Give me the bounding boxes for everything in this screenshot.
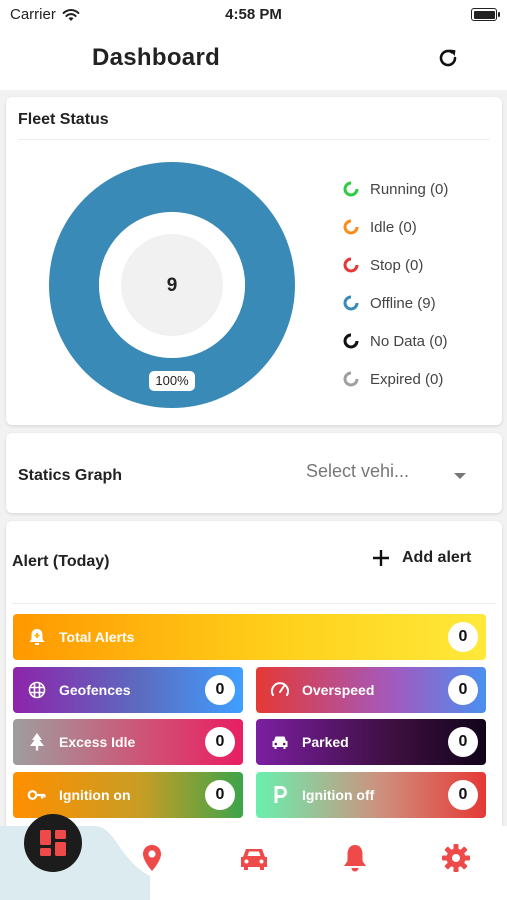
dashboard-icon	[40, 830, 66, 856]
status-ring-icon	[343, 333, 359, 349]
battery-icon	[471, 8, 500, 21]
legend-label: Expired (0)	[370, 370, 444, 388]
alert-tile-label: Excess Idle	[59, 734, 136, 750]
alert-tile-geofences[interactable]: Geofences 0	[13, 667, 243, 713]
alert-tile-total[interactable]: Total Alerts 0	[13, 614, 486, 660]
offline-percent-label: 100%	[149, 371, 195, 391]
fleet-status-title: Fleet Status	[18, 111, 109, 128]
tree-icon	[30, 733, 44, 751]
status-ring-icon	[343, 295, 359, 311]
alert-tile-label: Total Alerts	[59, 629, 135, 645]
alert-tile-count: 0	[448, 727, 478, 757]
alert-tile-count: 0	[205, 780, 235, 810]
status-ring-icon	[343, 181, 359, 197]
legend-idle[interactable]: Idle (0)	[342, 208, 448, 246]
alert-tile-count: 0	[205, 727, 235, 757]
legend-running[interactable]: Running (0)	[342, 170, 448, 208]
statics-graph-card: Statics Graph Select vehi...	[6, 433, 502, 513]
alert-tile-label: Ignition off	[302, 787, 375, 803]
bell-icon[interactable]	[339, 842, 371, 874]
add-alert-button[interactable]: Add alert	[372, 549, 471, 567]
car-icon[interactable]	[238, 842, 270, 874]
alerts-title: Alert (Today)	[12, 553, 110, 570]
alert-tile-count: 0	[448, 675, 478, 705]
alert-tile-count: 0	[448, 622, 478, 652]
gear-icon[interactable]	[440, 842, 472, 874]
alert-tile-label: Overspeed	[302, 682, 375, 698]
speedometer-icon	[271, 682, 289, 696]
divider	[18, 139, 490, 140]
legend-label: Offline (9)	[370, 294, 436, 312]
divider	[12, 603, 496, 604]
legend-label: Running (0)	[370, 180, 449, 198]
status-bar: Carrier 4:58 PM	[0, 0, 507, 30]
alert-tile-count: 0	[448, 780, 478, 810]
refresh-icon[interactable]	[436, 46, 460, 70]
alert-tile-ignition-on[interactable]: Ignition on 0	[13, 772, 243, 818]
status-ring-icon	[343, 219, 359, 235]
dropdown-arrow-icon[interactable]	[454, 473, 466, 479]
alert-tile-ignition-off[interactable]: Ignition off 0	[256, 772, 486, 818]
car-icon	[272, 736, 288, 749]
alert-tile-label: Parked	[302, 734, 349, 750]
legend-label: No Data (0)	[370, 332, 448, 350]
plus-icon	[373, 550, 389, 566]
alert-tile-excess-idle[interactable]: Excess Idle 0	[13, 719, 243, 765]
parking-p-icon	[274, 786, 287, 803]
tab-dashboard[interactable]	[24, 814, 82, 872]
status-ring-icon	[343, 371, 359, 387]
map-pin-icon[interactable]	[136, 842, 168, 874]
alert-tile-label: Ignition on	[59, 787, 131, 803]
statics-graph-title: Statics Graph	[18, 467, 123, 484]
clock: 4:58 PM	[225, 6, 282, 23]
legend-label: Idle (0)	[370, 218, 417, 236]
alert-tile-label: Geofences	[59, 682, 131, 698]
app-header: Dashboard	[0, 30, 507, 90]
alert-tile-count: 0	[205, 675, 235, 705]
add-alert-label: Add alert	[402, 549, 472, 566]
fleet-status-card: Fleet Status 9 100% Running (0) Idle (0)…	[6, 97, 502, 425]
fleet-legend: Running (0) Idle (0) Stop (0) Offline (9…	[342, 170, 448, 398]
key-icon	[27, 790, 46, 800]
legend-expired[interactable]: Expired (0)	[342, 360, 448, 398]
alert-tile-overspeed[interactable]: Overspeed 0	[256, 667, 486, 713]
vehicle-select[interactable]: Select vehi...	[306, 461, 409, 482]
geofence-grid-icon	[28, 681, 46, 699]
legend-label: Stop (0)	[370, 256, 424, 274]
legend-no-data[interactable]: No Data (0)	[342, 322, 448, 360]
bell-plus-icon	[29, 629, 45, 645]
legend-offline[interactable]: Offline (9)	[342, 284, 448, 322]
status-ring-icon	[343, 257, 359, 273]
alert-tile-parked[interactable]: Parked 0	[256, 719, 486, 765]
total-vehicles-count: 9	[166, 275, 178, 296]
legend-stop[interactable]: Stop (0)	[342, 246, 448, 284]
page-title: Dashboard	[92, 44, 221, 71]
